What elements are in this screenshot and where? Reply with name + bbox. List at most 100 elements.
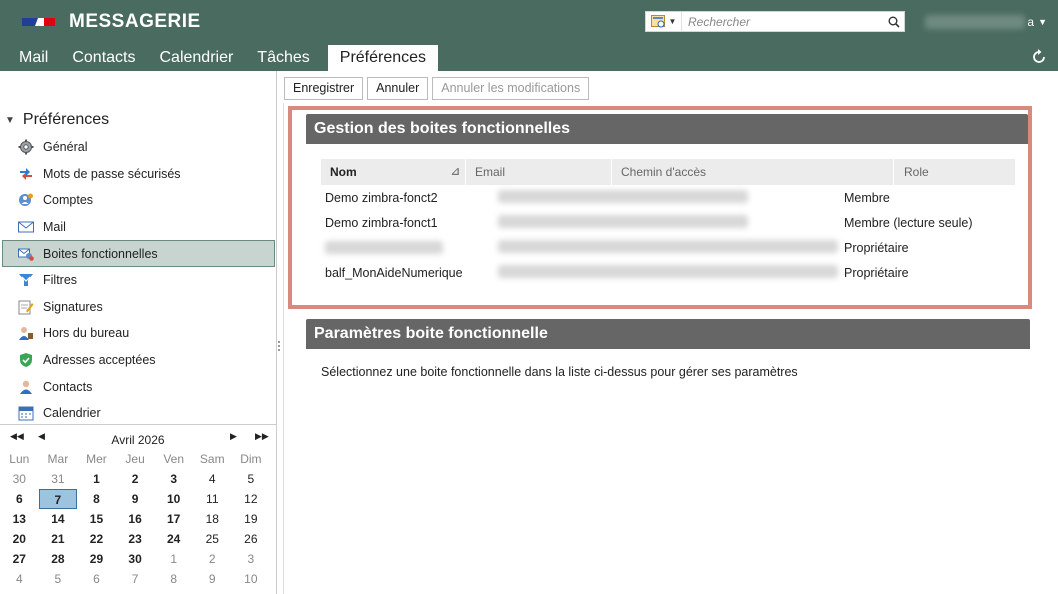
tab-mail[interactable]: Mail: [0, 45, 60, 71]
column-header-email[interactable]: Email: [466, 159, 612, 185]
save-button[interactable]: Enregistrer: [284, 77, 364, 100]
sidebar-item-signatures[interactable]: Signatures: [0, 294, 276, 321]
sort-ascending-icon: ⊿: [450, 166, 460, 178]
calendar-day[interactable]: 22: [77, 529, 116, 549]
preferences-toolbar: Enregistrer Annuler Annuler les modifica…: [284, 77, 590, 100]
calendar-day[interactable]: 14: [39, 509, 78, 529]
user-name-redacted: [925, 14, 1026, 29]
calendar-day[interactable]: 9: [116, 489, 155, 509]
calendar-day[interactable]: 19: [232, 509, 271, 529]
day-of-week: Sam: [199, 452, 225, 466]
sidebar-item-mots-de-passe[interactable]: Mots de passe sécurisés: [0, 161, 276, 188]
brand: MESSAGERIE: [22, 10, 201, 34]
tab-taches[interactable]: Tâches: [245, 45, 321, 71]
sidebar-item-adresses-acceptees[interactable]: Adresses acceptées: [0, 347, 276, 374]
sidebar-item-mail[interactable]: Mail: [0, 214, 276, 241]
table-row[interactable]: Propriétaire: [321, 235, 1015, 260]
calendar-day[interactable]: 5: [232, 469, 271, 489]
mini-calendar-grid: Lun Mar Mer Jeu Ven Sam Dim 30 31 1 2 3 4 5 6 7 8…: [0, 449, 276, 589]
calendar-day[interactable]: 9: [193, 569, 232, 589]
table-row[interactable]: Demo zimbra-fonct1 Membre (lecture seule…: [321, 210, 1015, 235]
panel-splitter-handle[interactable]: [277, 340, 281, 354]
calendar-day[interactable]: 1: [154, 549, 193, 569]
calendar-day[interactable]: 3: [154, 469, 193, 489]
column-header-nom[interactable]: Nom ⊿: [321, 159, 466, 185]
calendar-day[interactable]: 15: [77, 509, 116, 529]
calendar-day[interactable]: 10: [154, 489, 193, 509]
discard-changes-button[interactable]: Annuler les modifications: [432, 77, 590, 100]
next-month-icon[interactable]: ▶: [230, 431, 237, 442]
sidebar-item-contacts[interactable]: Contacts: [0, 373, 276, 400]
marianne-logo-icon: [22, 14, 55, 30]
key-swap-icon: [17, 165, 35, 183]
calendar-day[interactable]: 8: [154, 569, 193, 589]
next-year-icon[interactable]: ▶▶: [255, 431, 269, 442]
params-section-header: Paramètres boite fonctionnelle: [306, 319, 1030, 349]
calendar-day[interactable]: 18: [193, 509, 232, 529]
collapse-triangle-icon[interactable]: ▼: [5, 115, 15, 126]
calendar-day[interactable]: 17: [154, 509, 193, 529]
out-of-office-icon: [17, 324, 35, 342]
calendar-day[interactable]: 4: [193, 469, 232, 489]
sidebar-item-general[interactable]: Général: [0, 134, 276, 161]
gear-icon: [17, 138, 35, 156]
preferences-tree-title: Préférences: [22, 111, 110, 128]
column-header-role[interactable]: Role: [894, 159, 1015, 185]
refresh-icon[interactable]: [1030, 48, 1048, 66]
tab-calendrier[interactable]: Calendrier: [147, 45, 245, 71]
calendar-day[interactable]: 21: [39, 529, 78, 549]
calendar-day[interactable]: 30: [0, 469, 39, 489]
calendar-day[interactable]: 2: [193, 549, 232, 569]
sidebar-item-boites-fonctionnelles[interactable]: Boites fonctionnelles: [2, 240, 275, 267]
calendar-day[interactable]: 24: [154, 529, 193, 549]
cancel-button[interactable]: Annuler: [367, 77, 429, 100]
day-of-week: Ven: [163, 452, 185, 466]
tab-preferences[interactable]: Préférences: [327, 45, 439, 71]
calendar-day[interactable]: 27: [0, 549, 39, 569]
sidebar-item-comptes[interactable]: Comptes: [0, 187, 276, 214]
calendar-day[interactable]: 11: [193, 489, 232, 509]
calendar-day[interactable]: 25: [193, 529, 232, 549]
calendar-day[interactable]: 7: [116, 569, 155, 589]
calendar-day[interactable]: 8: [77, 489, 116, 509]
calendar-day[interactable]: 23: [116, 529, 155, 549]
calendar-day[interactable]: 4: [0, 569, 39, 589]
search-input[interactable]: [682, 12, 884, 31]
calendar-day[interactable]: 6: [77, 569, 116, 589]
calendar-day[interactable]: 26: [232, 529, 271, 549]
calendar-day[interactable]: 7: [38, 489, 78, 509]
column-header-chemin[interactable]: Chemin d'accès: [612, 159, 894, 185]
calendar-day[interactable]: 16: [116, 509, 155, 529]
shield-check-icon: [17, 351, 35, 369]
sidebar-item-label: Mots de passe sécurisés: [43, 166, 181, 181]
sidebar-item-filtres[interactable]: Filtres: [0, 267, 276, 294]
calendar-day[interactable]: 29: [77, 549, 116, 569]
calendar-day[interactable]: 20: [0, 529, 39, 549]
calendar-day[interactable]: 3: [232, 549, 271, 569]
mini-calendar: ◀◀ ◀ Avril 2026 ▶ ▶▶ Lun Mar Mer Jeu Ven…: [0, 424, 276, 594]
sidebar-item-calendrier[interactable]: Calendrier: [0, 400, 276, 427]
sidebar-item-hors-du-bureau[interactable]: Hors du bureau: [0, 320, 276, 347]
calendar-day[interactable]: 31: [39, 469, 78, 489]
calendar-day[interactable]: 30: [116, 549, 155, 569]
preferences-tree-header[interactable]: ▼ Préférences: [5, 111, 109, 129]
calendar-day[interactable]: 5: [39, 569, 78, 589]
contacts-search-icon: [650, 14, 667, 29]
contact-icon: [17, 378, 35, 396]
search-type-dropdown[interactable]: ▼: [646, 12, 682, 31]
calendar-day[interactable]: 13: [0, 509, 39, 529]
filter-icon: [17, 271, 35, 289]
calendar-day[interactable]: 10: [232, 569, 271, 589]
params-hint-text: Sélectionnez une boite fonctionnelle dan…: [321, 365, 798, 379]
calendar-day[interactable]: 28: [39, 549, 78, 569]
table-row[interactable]: balf_MonAideNumerique Propriétaire: [321, 260, 1015, 285]
calendar-day[interactable]: 6: [0, 489, 39, 509]
calendar-day[interactable]: 12: [232, 489, 271, 509]
table-row[interactable]: Demo zimbra-fonct2 Membre: [321, 185, 1015, 210]
calendar-day[interactable]: 1: [77, 469, 116, 489]
user-menu[interactable]: a ▼: [925, 11, 1047, 32]
tab-contacts[interactable]: Contacts: [60, 45, 147, 71]
search-icon[interactable]: [884, 12, 904, 31]
calendar-day[interactable]: 2: [116, 469, 155, 489]
cell-nom: balf_MonAideNumerique: [325, 265, 463, 280]
